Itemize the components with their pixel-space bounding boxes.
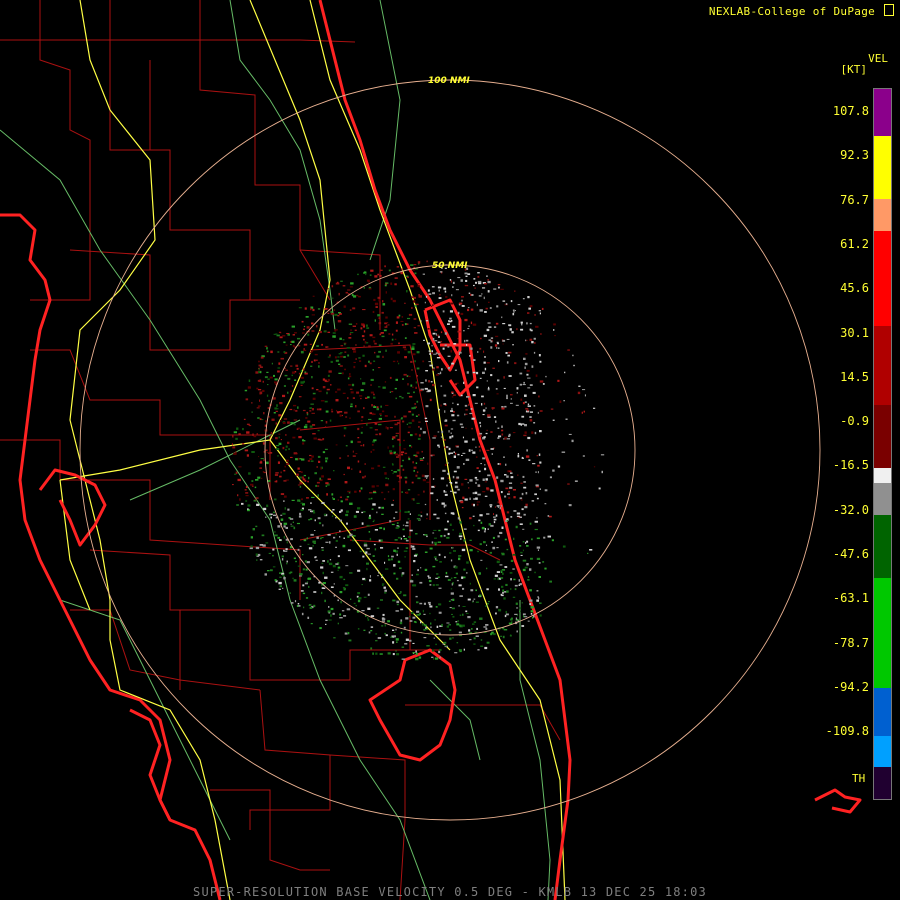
legend-segment [874, 136, 891, 200]
legend-tick-label: -109.8 [825, 724, 869, 739]
legend-tick-label: -0.9 [840, 414, 869, 429]
legend-segment [874, 735, 891, 768]
legend-tick-label: 45.6 [840, 281, 869, 296]
velocity-returns [231, 260, 605, 661]
legend-tick-label: -63.1 [832, 591, 869, 606]
legend-segment [874, 230, 891, 326]
radar-map: 100 NMI 50 NMI [0, 0, 862, 900]
rivers [0, 0, 551, 900]
legend-colorbar [873, 88, 892, 800]
legend-segment [874, 325, 891, 405]
legend-segment [874, 578, 891, 689]
legend-tick-label: -94.2 [832, 679, 869, 694]
legend-segment [874, 688, 891, 736]
legend-segment [874, 514, 891, 579]
legend-tick-label: 30.1 [840, 325, 869, 340]
legend-segment [874, 767, 891, 799]
legend-segment [874, 467, 891, 484]
legend-tick-label: -32.0 [832, 502, 869, 517]
legend-tick-label: -16.5 [832, 458, 869, 473]
legend-th-label: TH [852, 772, 866, 785]
legend-tick-label: -47.6 [832, 547, 869, 561]
legend-segment [874, 199, 891, 231]
legend-ticks: 107.8 92.3 76.7 61.2 45.6 30.1 14.5 -0.9 -16.5 -3… [805, 0, 869, 900]
legend-tick-label: 92.3 [840, 148, 869, 163]
legend-tick-label: 107.8 [832, 104, 869, 118]
legend-tick-label: 14.5 [840, 369, 869, 384]
legend-tick-label: 61.2 [840, 236, 869, 251]
legend-title: VEL [868, 52, 888, 65]
ring-label-100: 100 NMI [428, 76, 470, 86]
product-caption: SUPER-RESOLUTION BASE VELOCITY 0.5 DEG -… [193, 885, 707, 899]
legend-segment [874, 483, 891, 515]
county-boundaries [0, 0, 561, 900]
legend-tick-label: 76.7 [840, 192, 869, 207]
legend-segment [874, 89, 891, 137]
legend-segment [874, 404, 891, 468]
legend-tick-label: -78.7 [832, 635, 869, 650]
cursor-icon [884, 4, 894, 16]
ring-label-50: 50 NMI [432, 261, 468, 271]
